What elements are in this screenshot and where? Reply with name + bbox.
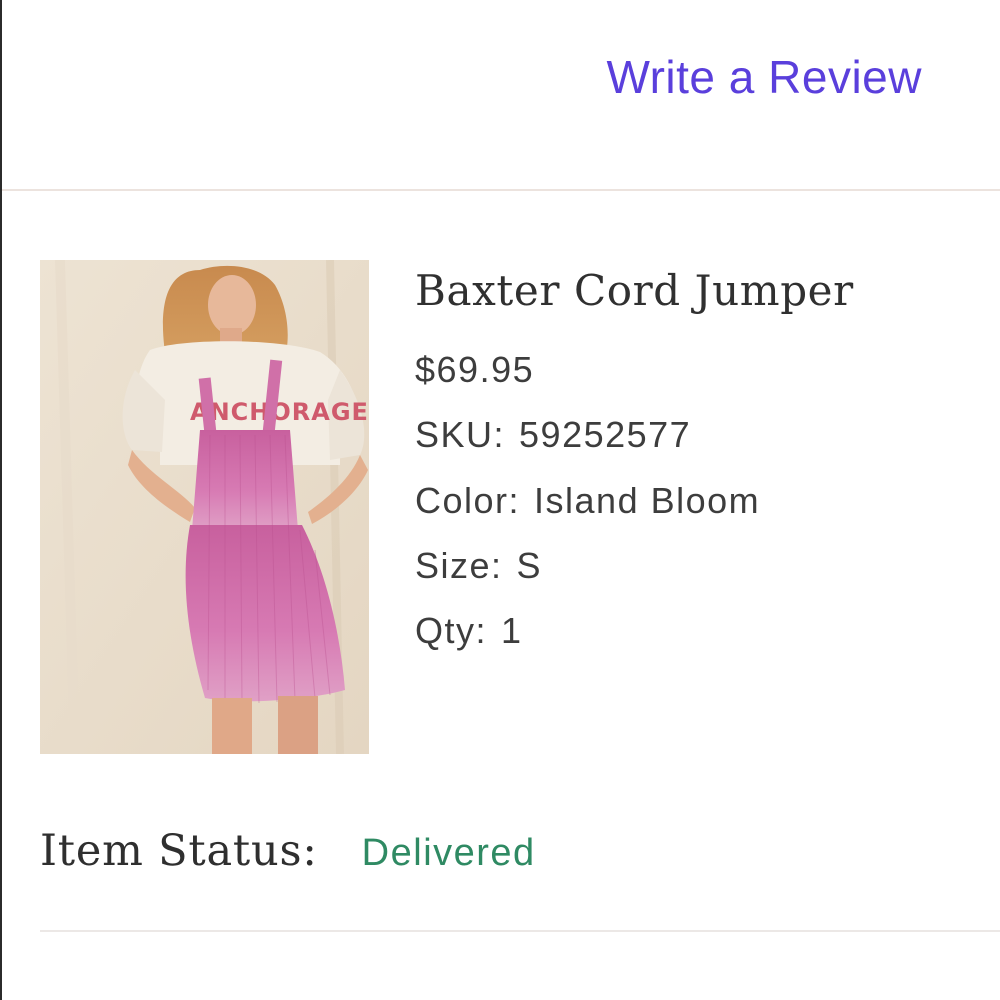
product-photo-illustration: ANCHORAGE (40, 260, 369, 754)
left-border (0, 0, 2, 1000)
sku-value: 59252577 (519, 414, 692, 455)
write-review-link[interactable]: Write a Review (607, 50, 922, 104)
size-label: Size: (415, 545, 503, 586)
order-item-card: Write a Review ANCHORAGE Baxter Cord Jum… (0, 0, 1000, 1000)
svg-text:ANCHORAGE: ANCHORAGE (190, 398, 369, 426)
color-value: Island Bloom (534, 480, 761, 521)
product-size: Size: S (415, 546, 975, 586)
item-status-value: Delivered (361, 832, 536, 874)
color-label: Color: (415, 480, 521, 521)
size-value: S (516, 545, 543, 586)
qty-value: 1 (501, 610, 523, 651)
product-sku: SKU: 59252577 (415, 415, 975, 455)
product-price: $69.95 (415, 349, 535, 390)
product-quantity: Qty: 1 (415, 611, 975, 651)
item-status-label: Item Status: (40, 826, 318, 876)
footer-divider (40, 930, 1000, 932)
product-details: Baxter Cord Jumper $69.95 SKU: 59252577 C… (415, 262, 975, 651)
product-name[interactable]: Baxter Cord Jumper (415, 262, 975, 320)
qty-label: Qty: (415, 610, 488, 651)
header-divider (2, 189, 1000, 191)
product-image[interactable]: ANCHORAGE (40, 260, 369, 754)
item-status: Item Status: Delivered (40, 826, 536, 876)
product-color: Color: Island Bloom (415, 481, 975, 521)
sku-label: SKU: (415, 414, 506, 455)
